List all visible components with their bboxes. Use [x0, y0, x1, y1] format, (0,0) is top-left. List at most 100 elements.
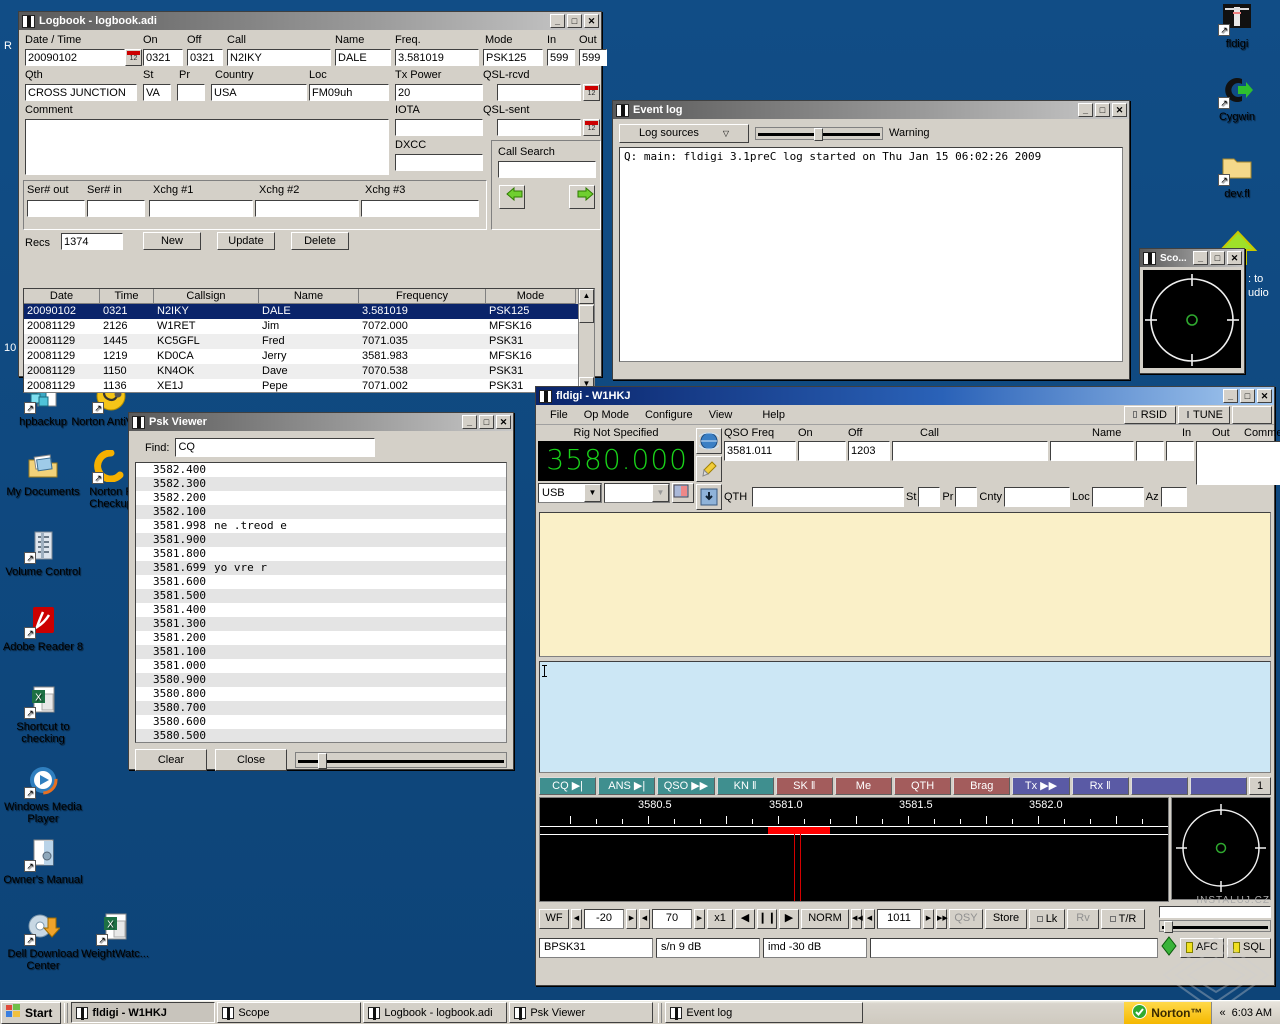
- desktop-icon-windows-media-player[interactable]: ↗ Windows Media Player: [0, 765, 86, 825]
- dxcc-field[interactable]: [395, 154, 483, 171]
- slider-knob[interactable]: [1164, 921, 1173, 933]
- fldigi-status-bar[interactable]: BPSK31 s/n 9 dB imd -30 dB AFC SQL: [539, 936, 1271, 959]
- qso-az-field[interactable]: [1160, 487, 1187, 507]
- macro-me[interactable]: Me: [834, 777, 893, 795]
- scope-display[interactable]: [1143, 270, 1241, 368]
- rig-book-icon[interactable]: [672, 483, 694, 503]
- macro-kn[interactable]: KN ‖: [716, 777, 774, 795]
- event-log-titlebar[interactable]: Event log _ □ ✕: [613, 101, 1129, 119]
- table-scrollbar[interactable]: ▲ ▼: [578, 289, 594, 392]
- close-button[interactable]: ✕: [1112, 103, 1127, 117]
- next-record-button[interactable]: [569, 185, 595, 209]
- prev-record-button[interactable]: [499, 185, 525, 209]
- ser-in-field[interactable]: [87, 200, 145, 217]
- maximize-button[interactable]: □: [1240, 389, 1255, 403]
- carrier-fast-down-button[interactable]: ◀◀: [851, 909, 863, 929]
- norton-tray-badge[interactable]: Norton™: [1124, 1001, 1211, 1024]
- list-item[interactable]: 3581.500: [136, 589, 506, 603]
- menu-op-mode[interactable]: Op Mode: [576, 408, 637, 422]
- list-item[interactable]: 3581.800: [136, 547, 506, 561]
- event-log-window[interactable]: Event log _ □ ✕ Log sources ▽ Warning Q:…: [612, 100, 1130, 380]
- qso-off-field[interactable]: 1203: [848, 441, 890, 461]
- close-button[interactable]: ✕: [1227, 251, 1242, 265]
- col-mode[interactable]: Mode: [486, 289, 576, 304]
- taskbar[interactable]: Start fldigi - W1HKJ Scope Logbook - log…: [0, 1000, 1280, 1024]
- qso-freq-field[interactable]: 3581.011: [724, 441, 796, 461]
- level-field[interactable]: -20: [584, 909, 624, 929]
- list-item[interactable]: 3580.600: [136, 715, 506, 729]
- macro-blank-1[interactable]: [1130, 777, 1188, 795]
- tr-toggle[interactable]: T/R: [1101, 909, 1145, 929]
- qsl-rcvd-field[interactable]: [497, 84, 581, 101]
- clear-button[interactable]: Clear: [135, 749, 207, 771]
- find-input[interactable]: CQ: [175, 438, 376, 457]
- table-row[interactable]: 20090102 0321 N2IKY DALE 3.581019 PSK125: [24, 304, 594, 319]
- slider-knob[interactable]: [814, 127, 823, 141]
- mode-field[interactable]: PSK125: [483, 49, 543, 66]
- maximize-button[interactable]: □: [479, 415, 494, 429]
- scope-titlebar[interactable]: Sco... _ □ ✕: [1140, 249, 1244, 267]
- macro-rx[interactable]: Rx ‖: [1071, 777, 1129, 795]
- psk-scroll-slider[interactable]: [295, 752, 507, 769]
- desktop-icon-adobe-reader[interactable]: ↗ Adobe Reader 8: [0, 605, 86, 653]
- contrast-field[interactable]: 70: [652, 909, 692, 929]
- list-item[interactable]: 3581.200: [136, 631, 506, 645]
- qsl-sent-field[interactable]: [497, 119, 581, 136]
- macro-qso[interactable]: QSO ▶▶: [657, 777, 715, 795]
- volume-slider[interactable]: [1159, 920, 1271, 933]
- qso-st-field[interactable]: [918, 487, 941, 507]
- paintbrush-icon[interactable]: [696, 456, 722, 482]
- qso-pr-field[interactable]: [955, 487, 978, 507]
- qso-cnty-field[interactable]: [1004, 487, 1071, 507]
- desktop-icon-devfl[interactable]: ↗ dev.fl: [1194, 152, 1280, 200]
- list-item[interactable]: 3581.100: [136, 645, 506, 659]
- taskbar-item-scope[interactable]: Scope: [217, 1002, 362, 1023]
- lock-toggle[interactable]: Lk: [1029, 909, 1065, 929]
- table-row[interactable]: 20081129 1150 KN4OK Dave 7070.538 PSK31: [24, 364, 594, 379]
- macro-blank-2[interactable]: [1189, 777, 1248, 795]
- macro-cq[interactable]: CQ ▶|: [539, 777, 597, 795]
- qsl-sent-date-button[interactable]: 12: [583, 119, 600, 136]
- carrier-up-button[interactable]: ▶: [923, 909, 934, 929]
- fldigi-window[interactable]: fldigi - W1HKJ _ □ ✕ File Op Mode Config…: [535, 386, 1280, 986]
- menu-help[interactable]: Help: [754, 408, 793, 422]
- taskbar-item-psk-viewer[interactable]: Psk Viewer: [509, 1002, 654, 1023]
- list-item[interactable]: 3581.900: [136, 533, 506, 547]
- macro-ans[interactable]: ANS ▶|: [598, 777, 656, 795]
- contrast-up-button[interactable]: ▶: [694, 909, 705, 929]
- desktop-icon-shortcut-to-checking[interactable]: X ↗ Shortcut to checking: [0, 685, 86, 745]
- logbook-titlebar[interactable]: Logbook - logbook.adi _ □ ✕: [19, 12, 601, 30]
- chevron-down-icon[interactable]: ▼: [584, 484, 601, 502]
- table-row[interactable]: 20081129 1219 KD0CA Jerry 3581.983 MFSK1…: [24, 349, 594, 364]
- xchg1-field[interactable]: [149, 200, 253, 217]
- wf-mode-button[interactable]: WF: [539, 909, 569, 929]
- maximize-button[interactable]: □: [567, 14, 582, 28]
- taskbar-item-logbook[interactable]: Logbook - logbook.adi: [363, 1002, 508, 1023]
- contrast-down-button[interactable]: ◀: [639, 909, 650, 929]
- menu-view[interactable]: View: [701, 408, 741, 422]
- list-item[interactable]: 3582.400: [136, 463, 506, 477]
- clock-area[interactable]: « 6:03 AM: [1210, 1001, 1280, 1024]
- level-up-button[interactable]: ▶: [626, 909, 637, 929]
- table-row[interactable]: 20081129 1136 XE1J Pepe 7071.002 PSK31: [24, 379, 594, 394]
- qso-out-field[interactable]: [1166, 441, 1194, 461]
- log-sources-dropdown[interactable]: Log sources ▽: [619, 123, 749, 143]
- delete-button[interactable]: Delete: [291, 232, 349, 250]
- maximize-button[interactable]: □: [1095, 103, 1110, 117]
- start-button[interactable]: Start: [1, 1001, 62, 1024]
- menu-configure[interactable]: Configure: [637, 408, 701, 422]
- list-item[interactable]: 3582.300: [136, 477, 506, 491]
- in-field[interactable]: 599: [547, 49, 575, 66]
- band-select[interactable]: ▼: [604, 483, 670, 503]
- tray-expand-icon[interactable]: «: [1220, 1007, 1226, 1019]
- close-button[interactable]: ✕: [496, 415, 511, 429]
- waterfall-controls[interactable]: WF ◀ -20 ▶ ◀ 70 ▶ x1 ◀ ❙❙ ▶ NORM ◀◀ ◀ 10…: [539, 906, 1271, 933]
- zoom-button[interactable]: x1: [707, 909, 733, 929]
- store-button[interactable]: Store: [985, 909, 1027, 929]
- desktop-icon-weightwatchers[interactable]: X ↗ WeightWatc...: [72, 912, 158, 960]
- desktop-icon-fldigi[interactable]: ↗ fldigi: [1194, 2, 1280, 50]
- list-item[interactable]: 3580.500: [136, 729, 506, 742]
- logbook-window[interactable]: Logbook - logbook.adi _ □ ✕ Date / Time …: [18, 11, 607, 393]
- st-field[interactable]: VA: [143, 84, 171, 101]
- comment-field[interactable]: [25, 119, 389, 175]
